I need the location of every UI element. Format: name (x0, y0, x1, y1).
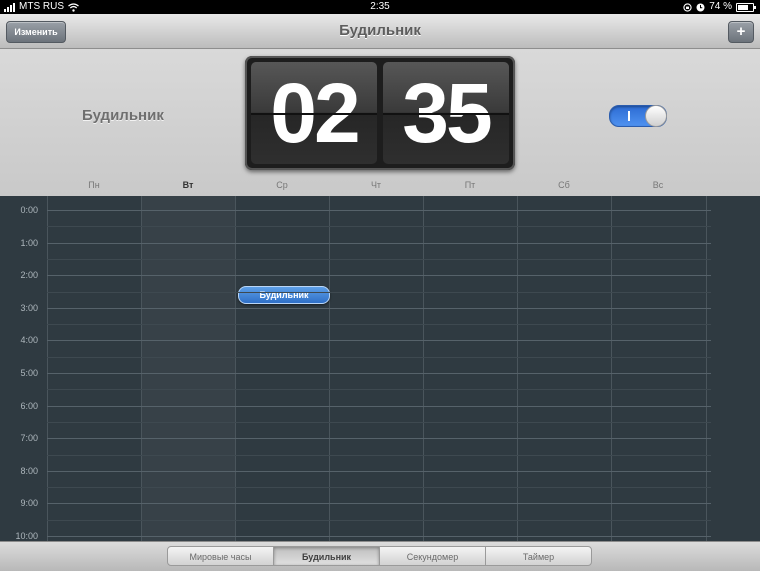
hour-line (47, 536, 711, 537)
tab-item[interactable]: Секундомер (379, 546, 486, 566)
hour-line (47, 243, 711, 244)
half-hour-line (47, 357, 711, 358)
day-column[interactable] (517, 196, 612, 541)
alarm-event[interactable]: Будильник (238, 286, 330, 304)
hour-line (47, 275, 711, 276)
flip-clock: 02 35 (245, 56, 515, 170)
status-time: 2:35 (370, 1, 390, 12)
hour-label: 9:00 (20, 498, 38, 508)
bottom-tab-bar: Мировые часы Будильник Секундомер Таймер (0, 541, 760, 571)
hour-line (47, 340, 711, 341)
page-title: Будильник (339, 22, 421, 39)
clock-minutes: 35 (383, 62, 509, 164)
weekday-label: Чт (370, 180, 382, 190)
half-hour-line (47, 259, 711, 260)
hour-label: 5:00 (20, 368, 38, 378)
half-hour-line (47, 324, 711, 325)
half-hour-line (47, 487, 711, 488)
weekday-label: Пн (88, 180, 100, 190)
hour-line (47, 406, 711, 407)
half-hour-line (47, 422, 711, 423)
status-right: 74 % (683, 0, 756, 14)
alarm-toggle[interactable] (609, 105, 667, 127)
battery-icon (736, 2, 756, 12)
weekday-label: Пт (464, 180, 476, 190)
day-column[interactable] (329, 196, 424, 541)
hour-label: 10:00 (15, 531, 38, 541)
hour-label: 2:00 (20, 270, 38, 280)
tab-item[interactable]: Мировые часы (167, 546, 274, 566)
week-calendar-grid[interactable]: Будильник 0:00 1:00 2:00 3:00 4:00 5:00 6:00 7:… (0, 196, 760, 541)
hour-label: 4:00 (20, 335, 38, 345)
day-column[interactable] (611, 196, 707, 541)
segmented-tabs: Мировые часы Будильник Секундомер Таймер (167, 546, 595, 566)
add-alarm-button[interactable]: + (728, 21, 754, 43)
alarm-clock-icon (696, 3, 705, 11)
day-column[interactable] (47, 196, 142, 541)
day-column[interactable] (235, 196, 330, 541)
half-hour-line (47, 389, 711, 390)
toggle-knob[interactable] (645, 105, 667, 127)
status-bar: MTS RUS 2:35 74 % (0, 0, 760, 14)
hour-line (47, 438, 711, 439)
weekday-label: Ср (276, 180, 288, 190)
hour-line (47, 503, 711, 504)
battery-percent: 74 % (709, 1, 732, 12)
hour-line (47, 373, 711, 374)
alarm-label: Будильник (82, 107, 164, 124)
hour-line (47, 471, 711, 472)
hour-label: 6:00 (20, 401, 38, 411)
alarm-header-panel: Будильник 02 35 Пн Вт Ср Чт Пт Сб Вс (0, 49, 760, 196)
half-hour-line (47, 226, 711, 227)
hour-line (47, 308, 711, 309)
lock-rotation-icon (683, 2, 692, 12)
tab-item[interactable]: Таймер (485, 546, 592, 566)
day-column[interactable] (141, 196, 236, 541)
hour-label: 7:00 (20, 433, 38, 443)
tab-item[interactable]: Будильник (273, 546, 380, 566)
hour-label: 0:00 (20, 205, 38, 215)
day-column[interactable] (423, 196, 518, 541)
hour-line (47, 210, 711, 211)
weekday-label: Сб (558, 180, 570, 190)
weekday-label: Вс (652, 180, 664, 190)
hour-label: 8:00 (20, 466, 38, 476)
hour-label: 1:00 (20, 238, 38, 248)
weekday-header: Пн Вт Ср Чт Пт Сб Вс (47, 177, 711, 193)
clock-hours: 02 (251, 62, 377, 164)
half-hour-line (47, 520, 711, 521)
hour-label: 3:00 (20, 303, 38, 313)
half-hour-line (47, 455, 711, 456)
half-hour-line (47, 292, 711, 293)
weekday-label: Вт (182, 180, 194, 190)
toggle-on-mark (628, 111, 630, 121)
day-columns (47, 196, 711, 541)
navigation-bar: Изменить Будильник + (0, 14, 760, 49)
